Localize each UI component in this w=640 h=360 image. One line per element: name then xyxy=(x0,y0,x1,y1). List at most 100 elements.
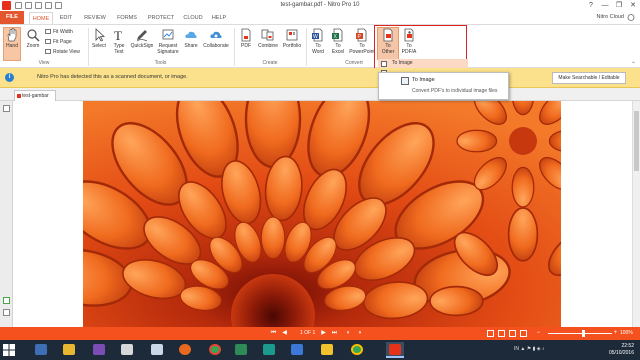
taskbar-app-yellow[interactable] xyxy=(318,342,336,358)
first-page-button[interactable]: ⏮ xyxy=(270,330,277,337)
taskbar-app-blue[interactable] xyxy=(288,342,306,358)
vertical-scrollbar[interactable] xyxy=(632,101,640,327)
combine-icon xyxy=(261,29,274,41)
document-tab[interactable]: test-gambar xyxy=(14,90,56,101)
pages-panel-icon[interactable] xyxy=(3,105,10,112)
to-excel-button[interactable]: X To Excel xyxy=(328,28,348,55)
smiley-icon[interactable] xyxy=(627,14,635,21)
collapse-ribbon-icon[interactable]: ⌃ xyxy=(631,61,636,68)
rotate-view-button[interactable]: Rotate View xyxy=(45,49,80,56)
help-button[interactable]: ? xyxy=(584,0,598,11)
tab-help[interactable]: HELP xyxy=(208,12,230,24)
quicksign-button[interactable]: QuickSign xyxy=(129,28,155,49)
document-tab-strip: test-gambar xyxy=(0,88,640,101)
pdf-file-icon xyxy=(241,28,251,42)
facing-continuous-view-icon[interactable] xyxy=(520,330,527,337)
menu-item-to-image[interactable]: To Image xyxy=(378,59,468,68)
tab-review[interactable]: REVIEW xyxy=(80,12,110,24)
taskbar-chrome[interactable] xyxy=(206,342,224,358)
to-powerpoint-button[interactable]: P To PowerPoint xyxy=(348,28,376,55)
tab-cloud[interactable]: CLOUD xyxy=(180,12,206,24)
minimize-button[interactable]: — xyxy=(598,0,612,11)
firefox-icon xyxy=(179,344,191,355)
rotate-view-label: Rotate View xyxy=(53,49,80,55)
comments-panel-icon[interactable] xyxy=(3,309,10,316)
to-word-button[interactable]: W To Word xyxy=(308,28,328,55)
page-indicator[interactable]: 1 OF 1 xyxy=(300,330,315,336)
create-pdf-button[interactable]: PDF xyxy=(237,28,255,49)
chrome-icon xyxy=(209,344,221,355)
zoom-slider-track[interactable] xyxy=(548,333,612,334)
share-button[interactable]: Share xyxy=(181,28,201,49)
user-account[interactable]: Nitro Cloud xyxy=(596,14,624,20)
group-label-view: View xyxy=(38,60,50,66)
system-tray-icons[interactable]: IN ▲ ⚑ ▮ ◈ ♪ xyxy=(514,346,544,352)
clock[interactable]: 22:52 05/10/2016 xyxy=(609,343,634,357)
facing-view-icon[interactable] xyxy=(509,330,516,337)
zoom-percentage: 100% xyxy=(620,330,633,336)
nitro-icon xyxy=(389,344,401,355)
zoom-button[interactable]: Zoom xyxy=(24,28,42,49)
collaborate-label: Collaborate xyxy=(203,43,229,49)
type-text-button[interactable]: T Type Text xyxy=(110,28,128,55)
fit-width-icon xyxy=(45,29,51,35)
taskbar-app-window[interactable] xyxy=(118,342,136,358)
ribbon-tabs: FILE HOME EDIT REVIEW FORMS PROTECT CLOU… xyxy=(0,11,640,24)
request-signature-icon xyxy=(162,29,174,40)
attachments-panel-icon[interactable] xyxy=(3,297,10,304)
maximize-button[interactable]: ❐ xyxy=(612,0,626,11)
zoom-out-button[interactable]: − xyxy=(535,330,542,337)
document-view[interactable] xyxy=(13,101,632,327)
single-page-view-icon[interactable] xyxy=(487,330,494,337)
app-icon xyxy=(321,344,333,355)
taskbar-visual-studio[interactable] xyxy=(90,342,108,358)
next-page-button[interactable]: ▶ xyxy=(320,330,327,337)
hand-tool-button[interactable]: Hand xyxy=(3,27,21,61)
tab-forms[interactable]: FORMS xyxy=(113,12,141,24)
powerpoint-icon: P xyxy=(356,28,367,42)
fit-page-icon xyxy=(45,39,51,45)
continuous-view-icon[interactable] xyxy=(498,330,505,337)
go-back-button[interactable]: ◐ xyxy=(345,330,352,337)
pen-icon xyxy=(136,30,148,42)
taskbar-file-explorer[interactable] xyxy=(60,342,78,358)
request-signature-button[interactable]: Request Signature xyxy=(155,28,181,55)
tab-home[interactable]: HOME xyxy=(29,12,53,24)
portfolio-button[interactable]: Portfolio xyxy=(280,28,304,49)
fit-width-button[interactable]: Fit Width xyxy=(45,29,73,36)
collaborate-button[interactable]: Collaborate xyxy=(201,28,231,49)
close-button[interactable]: ✕ xyxy=(626,0,640,11)
taskbar-chrome-2[interactable] xyxy=(348,342,366,358)
clock-time: 22:52 xyxy=(621,343,634,349)
go-forward-button[interactable]: ◑ xyxy=(356,330,363,337)
taskbar-monitor-app[interactable] xyxy=(32,342,50,358)
taskbar-7zip[interactable] xyxy=(148,342,166,358)
combine-button[interactable]: Combine xyxy=(256,28,280,49)
select-button[interactable]: Select xyxy=(90,28,108,49)
hand-label: Hand xyxy=(6,43,18,49)
cursor-icon xyxy=(95,28,106,42)
portfolio-icon xyxy=(286,29,298,41)
fit-page-label: Fit Page xyxy=(53,39,72,45)
zoom-in-button[interactable]: + xyxy=(612,330,619,337)
window-title: test-gambar.pdf - Nitro Pro 10 xyxy=(280,2,360,8)
group-label-tools: Tools xyxy=(154,60,167,66)
to-excel-label-2: Excel xyxy=(331,49,345,55)
taskbar-nitro-pro[interactable] xyxy=(386,342,404,358)
app-icon xyxy=(263,344,275,355)
tab-edit[interactable]: EDIT xyxy=(55,12,77,24)
fit-page-button[interactable]: Fit Page xyxy=(45,39,72,46)
combine-label: Combine xyxy=(257,43,278,49)
taskbar-app-green[interactable] xyxy=(232,342,250,358)
last-page-button[interactable]: ⏭ xyxy=(331,330,338,337)
taskbar-app-teal[interactable] xyxy=(260,342,278,358)
previous-page-button[interactable]: ◀ xyxy=(281,330,288,337)
taskbar-firefox[interactable] xyxy=(176,342,194,358)
scrollbar-thumb[interactable] xyxy=(634,111,639,171)
left-sidebar xyxy=(0,101,13,327)
windows-start-icon[interactable] xyxy=(3,344,15,356)
tab-file[interactable]: FILE xyxy=(0,11,24,24)
zoom-slider-thumb[interactable] xyxy=(582,330,585,337)
tab-protect[interactable]: PROTECT xyxy=(145,12,177,24)
make-searchable-button[interactable]: Make Searchable / Editable xyxy=(552,72,626,84)
